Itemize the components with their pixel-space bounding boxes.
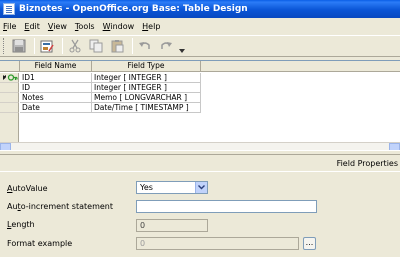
field-name-cell[interactable]: Notes [20, 93, 92, 103]
window-title: Biznotes - OpenOffice.org Base: Table De… [19, 4, 248, 14]
autovalue-select[interactable]: Yes [136, 181, 208, 194]
field-properties-panel: Field Properties AutoValue Yes Auto-incr… [0, 155, 400, 257]
row-header[interactable] [0, 93, 19, 103]
empty-row-header [0, 113, 19, 142]
field-type-cell[interactable]: Date/Time [ TIMESTAMP ] [92, 103, 201, 113]
table-row[interactable]: ID1 Integer [ INTEGER ] [0, 73, 400, 83]
field-properties-title: Field Properties [336, 159, 398, 168]
field-name-cell[interactable]: Date [20, 103, 92, 113]
menu-window[interactable]: Window [103, 22, 135, 31]
field-name-cell[interactable]: ID [20, 83, 92, 93]
table-row[interactable]: Date Date/Time [ TIMESTAMP ] [0, 103, 400, 113]
cut-icon[interactable] [66, 37, 84, 55]
format-example-label: Format example [7, 239, 73, 248]
edit-icon[interactable] [38, 37, 56, 55]
row-header[interactable] [0, 73, 19, 83]
autovalue-value: Yes [140, 183, 153, 192]
menu-tools[interactable]: Tools [75, 22, 95, 31]
toolbar-grip[interactable] [3, 38, 6, 54]
format-example-input: 0 [136, 237, 299, 250]
menu-view[interactable]: View [48, 22, 67, 31]
menu-file[interactable]: File [3, 22, 16, 31]
length-label: Length [7, 220, 35, 229]
table-row[interactable]: Notes Memo [ LONGVARCHAR ] [0, 93, 400, 103]
auto-increment-input[interactable] [136, 200, 317, 213]
menu-help[interactable]: Help [142, 22, 160, 31]
table-row[interactable]: ID Integer [ INTEGER ] [0, 83, 400, 93]
toolbar-separator [62, 38, 63, 54]
divider [0, 171, 400, 172]
copy-icon[interactable] [87, 37, 105, 55]
toolbar-more-icon[interactable] [178, 39, 186, 53]
length-input[interactable]: 0 [136, 219, 208, 232]
primary-key-icon [3, 74, 18, 81]
grid-header: Field Name Field Type [0, 61, 400, 72]
autovalue-label: AutoValue [7, 184, 48, 193]
field-type-cell[interactable]: Memo [ LONGVARCHAR ] [92, 93, 201, 103]
field-type-cell[interactable]: Integer [ INTEGER ] [92, 83, 201, 93]
save-icon[interactable] [10, 37, 28, 55]
menu-bar: File Edit View Tools Window Help [0, 18, 400, 35]
column-header-field-type[interactable]: Field Type [92, 61, 201, 72]
menu-edit[interactable]: Edit [24, 22, 40, 31]
row-header[interactable] [0, 83, 19, 93]
format-button[interactable]: ... [303, 237, 316, 250]
chevron-down-icon[interactable] [195, 182, 207, 193]
auto-increment-label: Auto-increment statement [7, 202, 113, 211]
horizontal-scrollbar[interactable] [0, 142, 400, 151]
redo-icon[interactable] [157, 37, 175, 55]
title-bar: Biznotes - OpenOffice.org Base: Table De… [0, 0, 400, 18]
grid-corner[interactable] [0, 61, 20, 72]
toolbar-separator [132, 38, 133, 54]
toolbar-separator [34, 38, 35, 54]
row-header[interactable] [0, 103, 19, 113]
field-grid: Field Name Field Type ID1 Integer [ INTE… [0, 60, 400, 142]
column-header-field-name[interactable]: Field Name [20, 61, 92, 72]
toolbar [0, 35, 400, 57]
app-icon [3, 3, 15, 15]
field-name-cell[interactable]: ID1 [20, 73, 92, 83]
paste-icon[interactable] [108, 37, 126, 55]
undo-icon[interactable] [136, 37, 154, 55]
field-type-cell[interactable]: Integer [ INTEGER ] [92, 73, 201, 83]
